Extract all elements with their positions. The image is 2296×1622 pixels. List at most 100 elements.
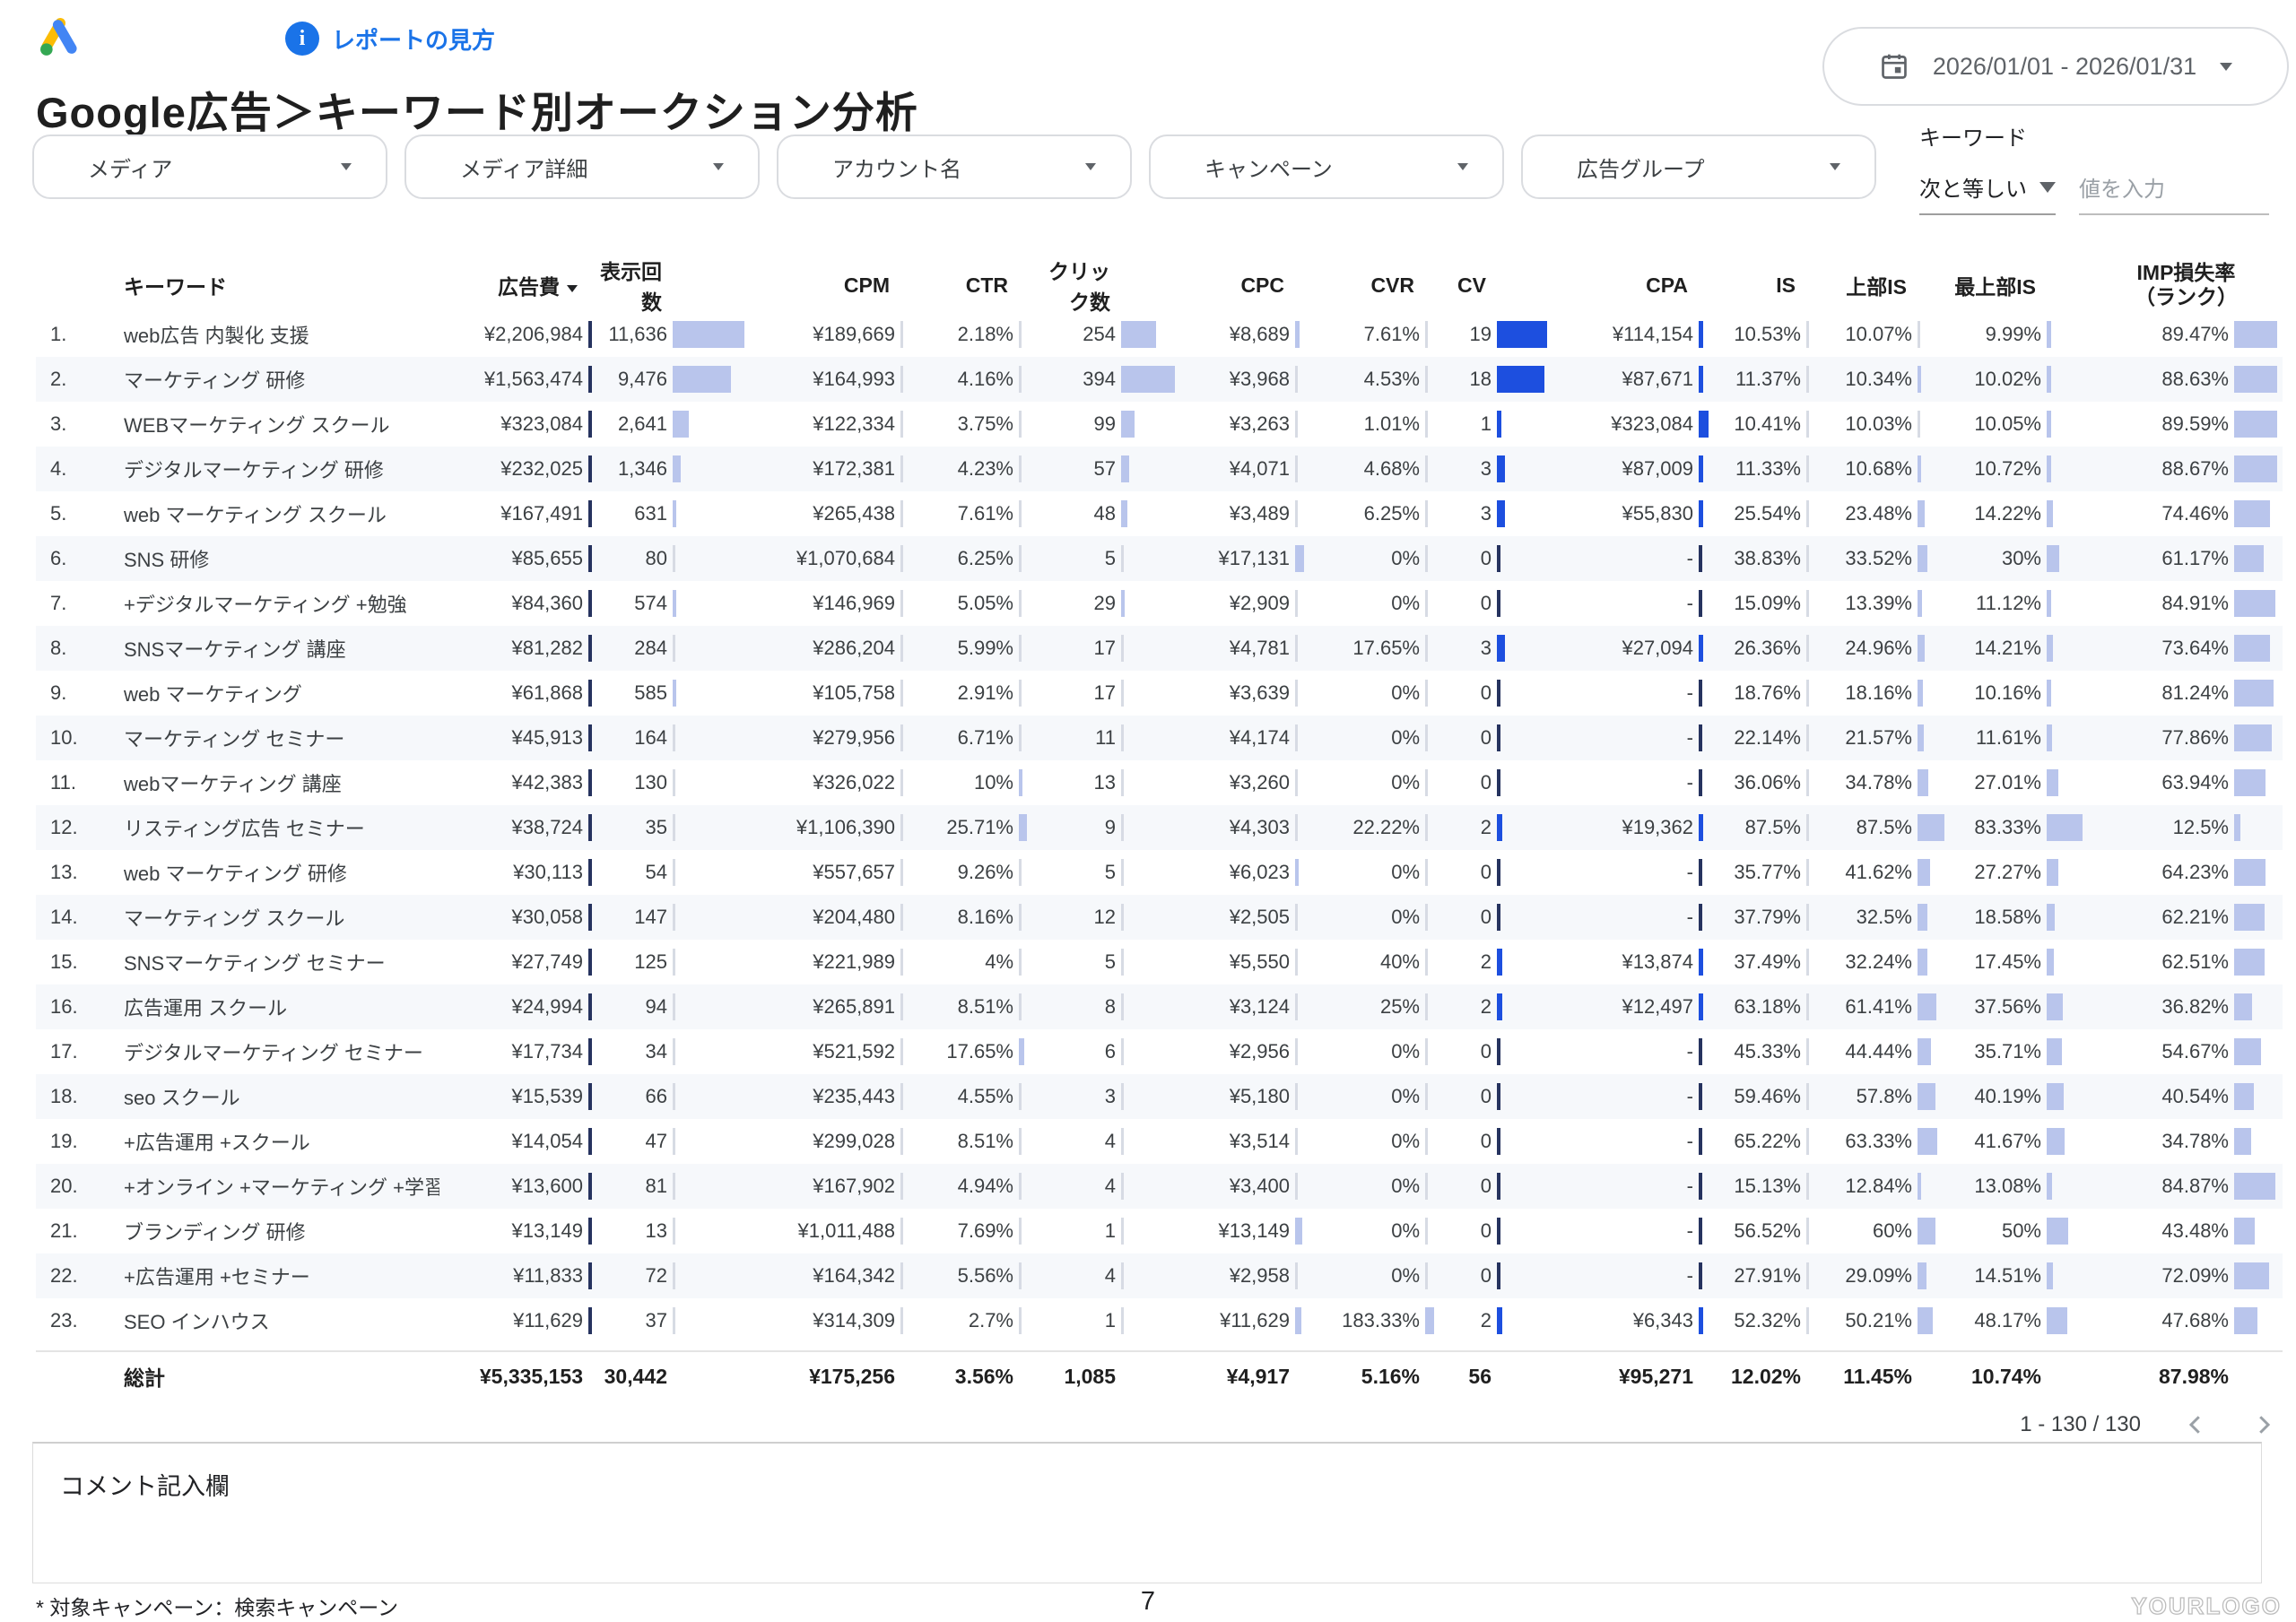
cell-bar: [1420, 1119, 1439, 1164]
column-header-ctr[interactable]: CTR: [906, 273, 1031, 298]
cell-top_is: 32.5%: [1812, 895, 1946, 940]
filter-chip-account[interactable]: アカウント名: [777, 134, 1132, 199]
cell-bar: [2229, 402, 2283, 447]
cell-bar: [1290, 984, 1309, 1029]
cell-bar: [2229, 760, 2283, 805]
cell-imp_loss: 12.5%: [2090, 805, 2283, 850]
cell-abs_top_is: 11.61%: [1946, 716, 2090, 760]
cell-bar: [1116, 1298, 1175, 1343]
cell-ctr: 6.71%: [906, 716, 1031, 760]
cell-imp: 9,476: [592, 357, 744, 402]
cell-bar: [1013, 760, 1031, 805]
cell-is: 10.53%: [1713, 312, 1812, 357]
cell-bar: [1693, 581, 1713, 626]
cell-bar: [1013, 357, 1031, 402]
comment-box[interactable]: コメント記入欄: [32, 1442, 2262, 1583]
cell-abs_top_is: 10.72%: [1946, 447, 2090, 491]
cell-imp: 585: [592, 671, 744, 716]
cell-cpa: ¥323,084: [1547, 402, 1713, 447]
info-icon[interactable]: i: [285, 22, 319, 56]
cell-bar: [1912, 312, 1946, 357]
cell-cpm: ¥279,956: [744, 716, 906, 760]
chevron-left-icon[interactable]: [2182, 1411, 2209, 1438]
column-header-imp[interactable]: 表示回数: [592, 255, 744, 316]
cell-imp: 125: [592, 940, 744, 984]
cell-clicks: 17: [1031, 626, 1175, 671]
cell-bar: [1912, 850, 1946, 895]
cell-bar: [1116, 1164, 1175, 1209]
table-row: 14.マーケティング スクール¥30,058147¥204,4808.16%12…: [36, 895, 2283, 940]
cell-clicks: 8: [1031, 984, 1175, 1029]
cell-abs_top_is: 83.33%: [1946, 805, 2090, 850]
total-imp_loss: 87.98%: [2090, 1352, 2283, 1401]
column-header-spend[interactable]: 広告費: [439, 270, 592, 300]
column-header-cvr[interactable]: CVR: [1309, 273, 1439, 298]
cell-clicks: 5: [1031, 536, 1175, 581]
cell-ctr: 3.75%: [906, 402, 1031, 447]
cell-imp_loss: 43.48%: [2090, 1209, 2283, 1253]
cell-bar: [2041, 940, 2090, 984]
cell-cpc: ¥3,260: [1175, 760, 1309, 805]
cell-spend: ¥24,994: [439, 984, 592, 1029]
row-number: 20.: [36, 1175, 99, 1198]
filter-chip-label: 広告グループ: [1577, 152, 1705, 183]
filter-chip-media[interactable]: メディア: [32, 134, 387, 199]
cell-imp: 574: [592, 581, 744, 626]
cell-bar: [1693, 1074, 1713, 1119]
cell-cpm: ¥221,989: [744, 940, 906, 984]
cell-bar: [2229, 581, 2283, 626]
cell-cpa: -: [1547, 1253, 1713, 1298]
column-header-cpa[interactable]: CPA: [1547, 273, 1713, 298]
cell-abs_top_is: 40.19%: [1946, 1074, 2090, 1119]
cell-top_is: 41.62%: [1812, 850, 1946, 895]
cell-bar: [583, 1119, 592, 1164]
cell-bar: [1492, 402, 1547, 447]
cell-bar: [1013, 626, 1031, 671]
cell-imp: 80: [592, 536, 744, 581]
keyword-cell: webマーケティング 講座: [99, 768, 439, 797]
column-header-cpm[interactable]: CPM: [744, 273, 906, 298]
cell-bar: [1912, 581, 1946, 626]
cell-cpm: ¥105,758: [744, 671, 906, 716]
cell-bar: [1290, 1164, 1309, 1209]
cell-bar: [1290, 447, 1309, 491]
cell-cpc: ¥2,958: [1175, 1253, 1309, 1298]
filter-chip-campaign[interactable]: キャンペーン: [1149, 134, 1504, 199]
column-header-imp_loss[interactable]: IMP損失率（ランク）: [2090, 261, 2283, 309]
cell-clicks: 6: [1031, 1029, 1175, 1074]
cell-bar: [2041, 850, 2090, 895]
cell-bar: [2041, 626, 2090, 671]
cell-ctr: 8.16%: [906, 895, 1031, 940]
cell-imp: 164: [592, 716, 744, 760]
filter-chip-media-detail[interactable]: メディア詳細: [404, 134, 760, 199]
cell-bar: [2041, 402, 2090, 447]
column-header-abs_top_is[interactable]: 最上部IS: [1946, 270, 2090, 300]
keyword-operator-select[interactable]: 次と等しい: [1919, 171, 2056, 215]
column-header-is[interactable]: IS: [1713, 273, 1812, 298]
cell-is: 22.14%: [1713, 716, 1812, 760]
filter-chip-ad-group[interactable]: 広告グループ: [1521, 134, 1876, 199]
column-header-top_is[interactable]: 上部IS: [1812, 270, 1946, 300]
chevron-right-icon[interactable]: [2250, 1411, 2277, 1438]
cell-bar: [2229, 850, 2283, 895]
cell-spend: ¥27,749: [439, 940, 592, 984]
column-header-cpc[interactable]: CPC: [1175, 273, 1309, 298]
comment-box-label: コメント記入欄: [60, 1467, 2234, 1502]
cell-bar: [1801, 940, 1812, 984]
table-row: 17.デジタルマーケティング セミナー¥17,73434¥521,59217.6…: [36, 1029, 2283, 1074]
cell-is: 37.79%: [1713, 895, 1812, 940]
report-guide-link[interactable]: レポートの見方: [332, 22, 495, 56]
cell-ctr: 2.7%: [906, 1298, 1031, 1343]
cell-bar: [1013, 940, 1031, 984]
date-range-picker[interactable]: 2026/01/01 - 2026/01/31: [1822, 27, 2289, 106]
cell-abs_top_is: 9.99%: [1946, 312, 2090, 357]
keyword-value-input[interactable]: [2079, 178, 2269, 215]
cell-is: 38.83%: [1713, 536, 1812, 581]
cell-bar: [1013, 805, 1031, 850]
column-header-cv[interactable]: CV: [1439, 273, 1547, 298]
cell-bar: [1912, 760, 1946, 805]
column-header-clicks[interactable]: クリック数: [1031, 255, 1175, 316]
cell-clicks: 5: [1031, 850, 1175, 895]
cell-cpa: -: [1547, 581, 1713, 626]
column-header-keyword[interactable]: キーワード: [99, 270, 439, 300]
